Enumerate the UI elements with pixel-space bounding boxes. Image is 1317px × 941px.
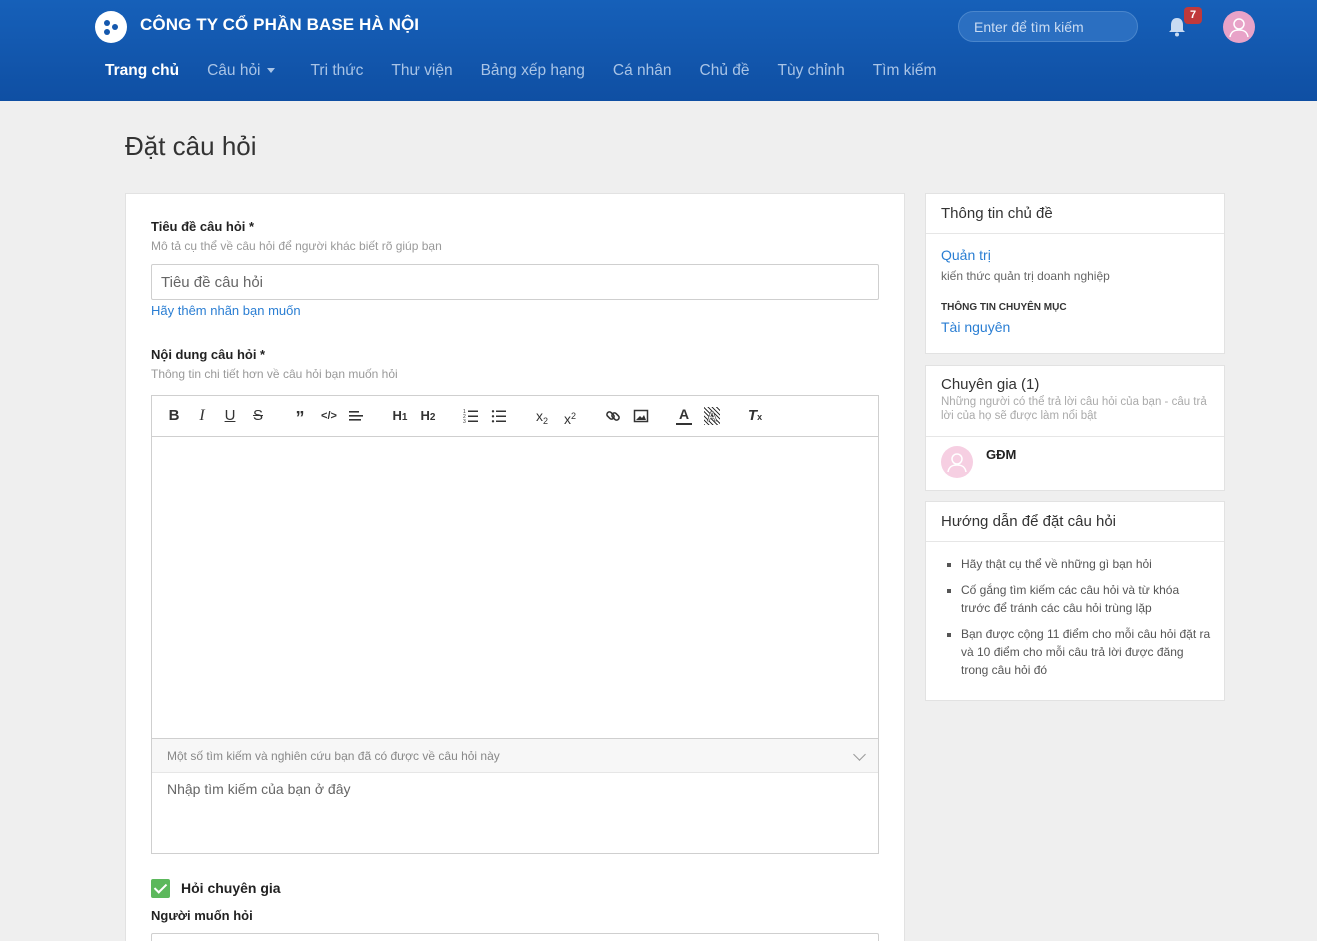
caret-down-icon — [266, 68, 275, 74]
guide-item: Hãy thật cụ thể về những gì bạn hỏi — [961, 555, 1211, 573]
bullet-list-icon[interactable] — [491, 407, 507, 425]
image-icon[interactable] — [633, 407, 649, 425]
experts-header: Chuyên gia (1) Những người có thể trả lờ… — [926, 366, 1224, 437]
topic-info-title: Thông tin chủ đề — [926, 194, 1224, 234]
align-icon[interactable] — [348, 407, 364, 425]
nav-item-tim-kiem[interactable]: Tìm kiếm — [873, 62, 937, 80]
experts-description: Những người có thể trả lời câu hỏi của b… — [941, 396, 1207, 422]
underline-icon[interactable]: U — [222, 407, 238, 425]
link-icon[interactable] — [605, 407, 621, 425]
company-name[interactable]: CÔNG TY CỔ PHẦN BASE HÀ NỘI — [140, 15, 419, 35]
user-icon — [1229, 18, 1249, 38]
experts-card: Chuyên gia (1) Những người có thể trả lờ… — [925, 365, 1225, 491]
code-icon[interactable]: </> — [320, 407, 338, 425]
experts-title: Chuyên gia (1) — [941, 376, 1040, 393]
top-navbar: CÔNG TY CỔ PHẦN BASE HÀ NỘI 7 Trang chủ … — [0, 0, 1317, 101]
target-person-input[interactable] — [151, 933, 879, 941]
notification-badge: 7 — [1184, 7, 1202, 24]
editor-content-area[interactable] — [152, 437, 878, 739]
nav-item-cau-hoi[interactable]: Câu hỏi — [207, 62, 275, 80]
title-help-text: Mô tả cụ thể về câu hỏi để người khác bi… — [151, 239, 442, 253]
topic-description: kiến thức quản trị doanh nghiệp — [941, 269, 1110, 283]
expert-name[interactable]: GĐM — [986, 447, 1016, 462]
nav-item-bang-xep-hang[interactable]: Bảng xếp hạng — [481, 62, 585, 80]
user-icon — [947, 453, 967, 473]
guide-item: Bạn được cộng 11 điểm cho mỗi câu hỏi đặ… — [961, 625, 1211, 679]
question-title-input[interactable] — [151, 264, 879, 300]
guide-title: Hướng dẫn để đặt câu hỏi — [926, 502, 1224, 542]
nav-item-ca-nhan[interactable]: Cá nhân — [613, 62, 672, 80]
heading-1-icon[interactable]: H1 — [390, 407, 410, 425]
nav-item-tri-thuc[interactable]: Tri thức — [311, 62, 364, 80]
ordered-list-icon[interactable]: 123 — [463, 407, 479, 425]
title-label: Tiêu đề câu hỏi * — [151, 219, 255, 234]
editor-toolbar: B I U S ” </> H1 H2 123 x2 x2 A A Tx — [152, 396, 878, 437]
bold-icon[interactable]: B — [166, 407, 182, 425]
nav-item-tuy-chinh[interactable]: Tùy chỉnh — [777, 62, 844, 80]
rich-text-editor: B I U S ” </> H1 H2 123 x2 x2 A A Tx Một… — [151, 395, 879, 854]
main-nav: Trang chủ Câu hỏi Tri thức Thư viện Bảng… — [105, 62, 964, 80]
chevron-down-icon[interactable] — [853, 748, 866, 761]
content-help-text: Thông tin chi tiết hơn về câu hỏi bạn mu… — [151, 367, 398, 381]
subscript-icon[interactable]: x2 — [533, 407, 551, 426]
nav-item-thu-vien[interactable]: Thư viện — [391, 62, 452, 80]
guide-item: Cố gắng tìm kiếm các câu hỏi và từ khóa … — [961, 581, 1211, 617]
blockquote-icon[interactable]: ” — [292, 407, 308, 428]
expert-avatar[interactable] — [941, 446, 973, 478]
target-person-label: Người muốn hỏi — [151, 908, 253, 923]
category-label: THÔNG TIN CHUYÊN MỤC — [941, 302, 1067, 313]
italic-icon[interactable]: I — [194, 407, 210, 425]
topic-info-card: Thông tin chủ đề Quản trị kiến thức quản… — [925, 193, 1225, 354]
ask-expert-label[interactable]: Hỏi chuyên gia — [181, 880, 281, 896]
research-header[interactable]: Một số tìm kiếm và nghiên cứu bạn đã có … — [152, 739, 878, 773]
heading-2-icon[interactable]: H2 — [418, 407, 438, 425]
topic-name-link[interactable]: Quản trị — [941, 247, 991, 263]
strikethrough-icon[interactable]: S — [250, 407, 266, 425]
search-input[interactable] — [958, 11, 1138, 42]
background-color-icon[interactable]: A — [704, 407, 720, 425]
nav-item-chu-de[interactable]: Chủ đề — [700, 62, 750, 80]
guide-list: Hãy thật cụ thể về những gì bạn hỏi Cố g… — [961, 555, 1211, 687]
content-label: Nội dung câu hỏi * — [151, 347, 266, 362]
nav-item-label: Câu hỏi — [207, 62, 261, 79]
category-link[interactable]: Tài nguyên — [941, 319, 1010, 335]
company-logo-icon[interactable] — [95, 11, 127, 43]
svg-text:3: 3 — [463, 419, 466, 425]
research-input-area — [152, 773, 878, 853]
user-avatar[interactable] — [1223, 11, 1255, 43]
superscript-icon[interactable]: x2 — [561, 407, 579, 427]
text-color-icon[interactable]: A — [676, 407, 692, 425]
page-title: Đặt câu hỏi — [125, 131, 257, 161]
clear-format-icon[interactable]: Tx — [747, 407, 763, 425]
research-header-text: Một số tìm kiếm và nghiên cứu bạn đã có … — [167, 749, 500, 763]
question-form-card: Tiêu đề câu hỏi * Mô tả cụ thể về câu hỏ… — [125, 193, 905, 941]
research-input[interactable] — [167, 781, 857, 797]
ask-expert-checkbox[interactable] — [151, 879, 170, 898]
guide-card: Hướng dẫn để đặt câu hỏi Hãy thật cụ thể… — [925, 501, 1225, 701]
nav-item-trang-chu[interactable]: Trang chủ — [105, 62, 179, 80]
add-tags-link[interactable]: Hãy thêm nhãn bạn muốn — [151, 303, 301, 318]
